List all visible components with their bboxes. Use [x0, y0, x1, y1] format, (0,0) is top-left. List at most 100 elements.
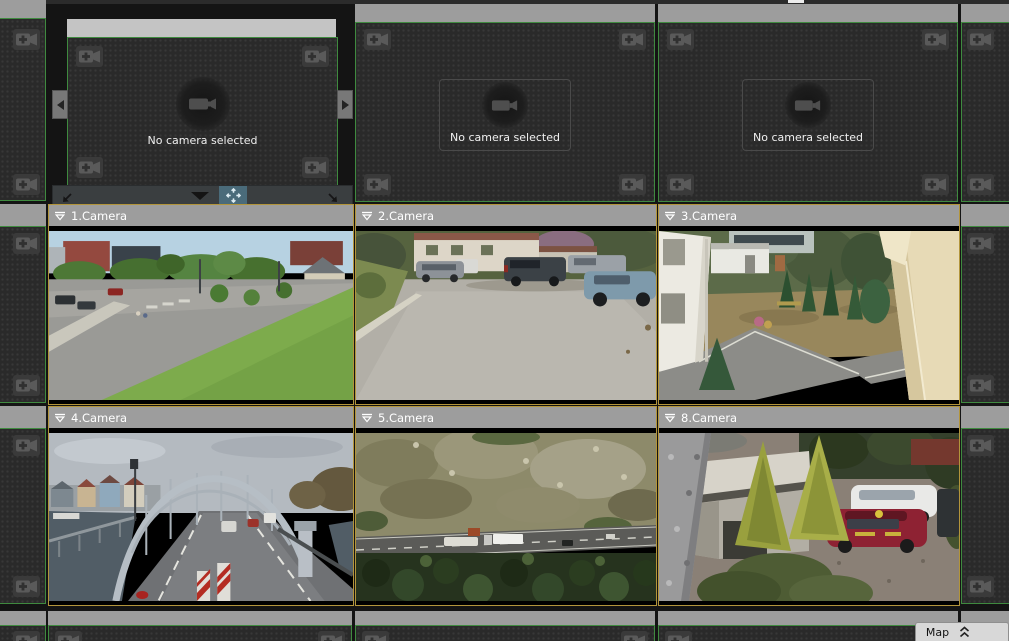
view-tile-bottom-clipped[interactable]	[0, 608, 46, 641]
camera-tile-2[interactable]: 2.Camera	[355, 204, 657, 405]
add-camera-icon[interactable]	[619, 174, 646, 195]
tile-header[interactable]	[961, 406, 1009, 428]
camera-icon	[482, 82, 528, 128]
camera-tile-header[interactable]: 1.Camera	[49, 205, 353, 226]
selected-tile-body[interactable]: No camera selected	[67, 37, 338, 187]
tile-header[interactable]	[0, 611, 46, 625]
add-camera-icon[interactable]	[621, 631, 648, 641]
tile-header[interactable]	[658, 4, 958, 22]
camera-feed-3	[659, 226, 959, 404]
scroll-right-button[interactable]	[337, 90, 353, 119]
add-camera-icon[interactable]	[967, 375, 994, 396]
camera-indicator-icon[interactable]	[54, 413, 66, 423]
no-camera-text: No camera selected	[450, 131, 560, 144]
add-camera-icon[interactable]	[362, 631, 389, 641]
camera-feed-2	[356, 226, 656, 404]
tile-body[interactable]	[0, 18, 46, 201]
add-camera-icon[interactable]	[318, 631, 345, 641]
camera-tile-header[interactable]: 8.Camera	[659, 407, 959, 428]
view-tile-empty-2[interactable]: No camera selected	[658, 0, 958, 202]
resize-bottom-left-handle[interactable]	[61, 189, 73, 201]
tile-header[interactable]	[0, 0, 46, 18]
tile-body[interactable]	[658, 625, 958, 641]
add-camera-icon[interactable]	[967, 29, 994, 50]
camera-tile-8[interactable]: 8.Camera	[658, 406, 960, 606]
camera-tile-1[interactable]: 1.Camera	[48, 204, 354, 405]
view-tile-bottom-clipped[interactable]	[355, 608, 655, 641]
resize-bottom-right-handle[interactable]	[327, 189, 339, 201]
collapse-up-icon	[959, 626, 1002, 638]
move-handle[interactable]	[219, 186, 247, 204]
scrollbar-thumb[interactable]	[788, 0, 804, 3]
camera-indicator-icon[interactable]	[664, 413, 676, 423]
view-tile-right-clipped[interactable]	[961, 406, 1009, 604]
dropdown-icon	[191, 192, 209, 200]
view-tile-right-clipped[interactable]	[961, 0, 1009, 202]
view-tile-left-clipped[interactable]	[0, 0, 46, 202]
tile-body[interactable]	[355, 625, 655, 641]
add-camera-icon[interactable]	[13, 29, 40, 50]
tile-body[interactable]	[961, 428, 1009, 604]
tile-body[interactable]	[961, 22, 1009, 202]
add-camera-icon[interactable]	[13, 174, 40, 195]
camera-icon	[785, 82, 831, 128]
add-camera-icon[interactable]	[967, 435, 994, 456]
camera-indicator-icon[interactable]	[361, 413, 373, 423]
add-camera-icon[interactable]	[13, 375, 40, 396]
view-tile-empty-1[interactable]: No camera selected	[355, 0, 655, 202]
add-camera-icon[interactable]	[364, 29, 391, 50]
tile-body[interactable]	[48, 625, 352, 641]
add-camera-icon[interactable]	[619, 29, 646, 50]
tile-header[interactable]	[355, 4, 655, 22]
camera-tile-header[interactable]: 4.Camera	[49, 407, 353, 428]
view-tile-selected[interactable]: No camera selected	[48, 0, 352, 204]
tile-body[interactable]	[0, 428, 46, 604]
camera-tile-header[interactable]: 2.Camera	[356, 205, 656, 226]
tile-body[interactable]	[0, 226, 46, 403]
camera-indicator-icon[interactable]	[54, 211, 66, 221]
camera-indicator-icon[interactable]	[664, 211, 676, 221]
add-camera-icon[interactable]	[13, 576, 40, 597]
add-camera-icon[interactable]	[967, 576, 994, 597]
add-camera-icon[interactable]	[967, 233, 994, 254]
camera-indicator-icon[interactable]	[361, 211, 373, 221]
tile-header[interactable]	[48, 611, 352, 625]
add-camera-icon[interactable]	[667, 174, 694, 195]
camera-tile-4[interactable]: 4.Camera	[48, 406, 354, 606]
view-tile-left-clipped[interactable]	[0, 204, 46, 403]
add-camera-icon[interactable]	[13, 631, 40, 641]
tile-body[interactable]	[961, 226, 1009, 403]
tile-header[interactable]	[961, 4, 1009, 22]
view-tile-bottom-clipped[interactable]	[658, 608, 958, 641]
add-camera-icon[interactable]	[922, 29, 949, 50]
add-camera-icon[interactable]	[667, 29, 694, 50]
add-camera-icon[interactable]	[922, 174, 949, 195]
camera-tile-3[interactable]: 3.Camera	[658, 204, 960, 405]
tile-body[interactable]: No camera selected	[658, 22, 958, 202]
tile-header[interactable]	[658, 611, 958, 625]
add-camera-icon[interactable]	[13, 435, 40, 456]
scroll-left-button[interactable]	[52, 90, 68, 119]
tile-body[interactable]	[0, 625, 46, 641]
add-camera-icon[interactable]	[55, 631, 82, 641]
selected-tile-header[interactable]	[67, 19, 336, 37]
camera-tile-5[interactable]: 5.Camera	[355, 406, 657, 606]
view-tile-right-clipped[interactable]	[961, 204, 1009, 403]
selected-tile-toolbar	[52, 185, 353, 205]
add-camera-icon[interactable]	[364, 174, 391, 195]
tile-header[interactable]	[961, 204, 1009, 226]
tile-header[interactable]	[0, 406, 46, 428]
move-icon	[226, 188, 241, 203]
add-camera-icon[interactable]	[13, 233, 40, 254]
camera-tile-header[interactable]: 3.Camera	[659, 205, 959, 226]
map-expand-button[interactable]: Map	[915, 622, 1009, 641]
add-camera-icon[interactable]	[967, 174, 994, 195]
view-tile-left-clipped[interactable]	[0, 406, 46, 604]
camera-dropdown-button[interactable]	[191, 192, 209, 200]
view-tile-bottom-clipped[interactable]	[48, 608, 352, 641]
tile-header[interactable]	[355, 611, 655, 625]
tile-header[interactable]	[0, 204, 46, 226]
tile-body[interactable]: No camera selected	[355, 22, 655, 202]
camera-tile-header[interactable]: 5.Camera	[356, 407, 656, 428]
add-camera-icon[interactable]	[665, 631, 692, 641]
